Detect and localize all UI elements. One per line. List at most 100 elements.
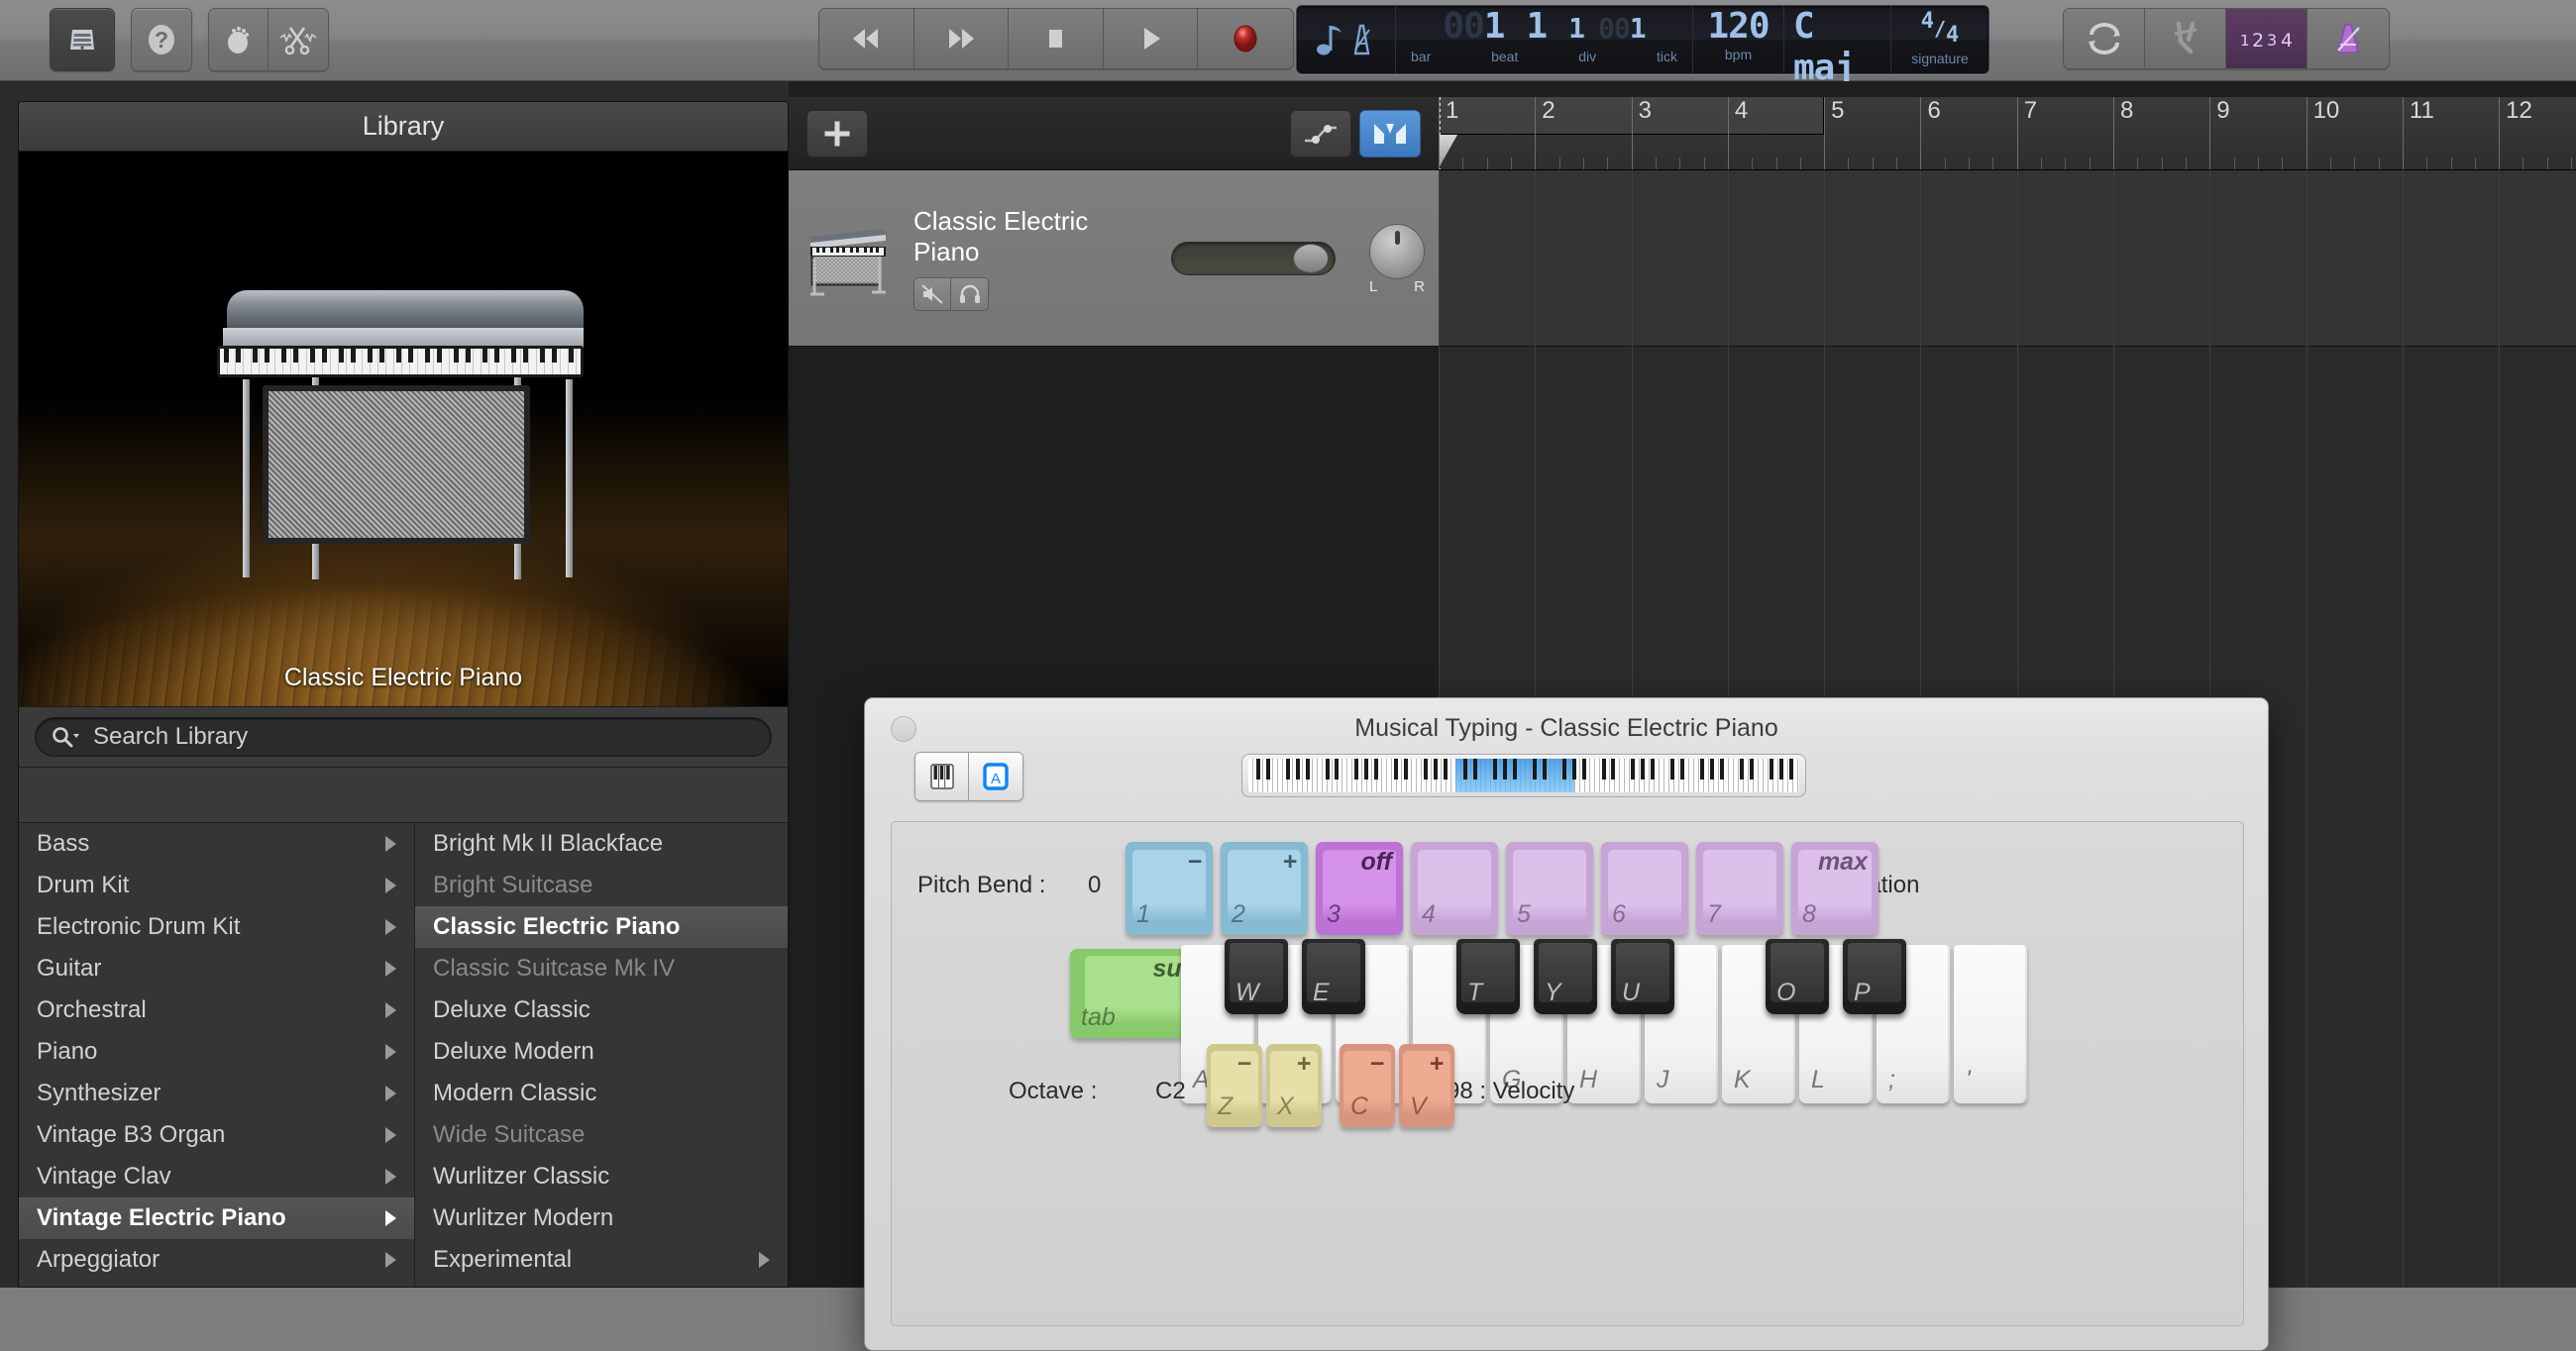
library-category-item[interactable]: Synthesizer [19,1073,414,1114]
library-category-item[interactable]: Arpeggiator [19,1239,414,1281]
library-patch-column[interactable]: Bright Mk II Blackface Bright Suitcase Cla… [415,823,788,1287]
lcd-signature[interactable]: 4 / 4 signature [1891,6,1988,73]
mini-keyboard-black-key [1364,759,1369,780]
track-mute-button[interactable] [913,276,951,311]
metronome-button[interactable] [2308,9,2389,68]
automation-button[interactable] [1290,109,1351,157]
tool-segmented-control[interactable] [208,8,329,71]
library-patch-item[interactable]: Bright Suitcase [415,865,788,906]
smart-controls-button[interactable] [1359,109,1421,157]
library-patch-item[interactable]: Deluxe Classic [415,989,788,1031]
playhead-flag[interactable] [1440,135,1457,166]
key-letter-label: 3 [1327,900,1341,928]
white-key-'[interactable]: ' [1954,945,2027,1103]
library-patch-item[interactable]: Modern Classic [415,1073,788,1114]
mini-keyboard-overview[interactable] [1241,754,1806,797]
library-patch-item[interactable]: Classic Electric Piano [415,906,788,948]
number-key-1[interactable]: −1 [1126,842,1213,935]
black-key-O[interactable]: O [1766,939,1829,1014]
bottom-key-C[interactable]: − C [1340,1044,1395,1127]
track-volume-knob[interactable] [1293,243,1330,273]
tuner-button[interactable] [2145,9,2226,68]
count-in-button[interactable]: 1 2 3 4 [2226,9,2308,68]
library-category-item[interactable]: Drum Kit [19,865,414,906]
number-key-5[interactable]: 5 [1506,842,1593,935]
library-patch-item[interactable]: Wurlitzer Modern [415,1197,788,1239]
bottom-key-Z[interactable]: − Z [1207,1044,1262,1127]
library-category-item[interactable]: Guitar [19,948,414,989]
bottom-key-X[interactable]: + X [1266,1044,1322,1127]
record-button[interactable] [1198,9,1293,68]
stop-button[interactable] [1009,9,1104,68]
library-patch-item[interactable]: Experimental [415,1239,788,1281]
mini-keyboard-black-key [1670,759,1675,780]
black-key-T[interactable]: T [1456,939,1520,1014]
black-key-U[interactable]: U [1611,939,1674,1014]
library-patch-item[interactable]: Wide Suitcase [415,1114,788,1156]
library-columns: Bass Drum Kit Electronic Drum Kit Guitar Orc… [19,823,788,1287]
rewind-button[interactable] [819,9,914,68]
library-category-label: Vintage Clav [37,1163,171,1190]
lcd-display[interactable]: 00 1 1 1 00 1 bar beat div tick 120 bpm C … [1296,5,1989,104]
svg-text:A: A [991,771,1001,787]
tab-musical-typing[interactable]: A [969,753,1022,800]
bottom-key-V[interactable]: + V [1399,1044,1454,1127]
black-key-P[interactable]: P [1843,939,1906,1014]
library-patch-item[interactable]: Wurlitzer Classic [415,1156,788,1197]
library-category-item[interactable]: Vintage Clav [19,1156,414,1197]
number-key-7[interactable]: 7 [1696,842,1783,935]
right-toolbar-group[interactable]: 1 2 3 4 [2063,8,2390,69]
ruler-bar-tick [1631,134,1633,169]
musical-typing-window[interactable]: Musical Typing - Classic Electric Piano [864,697,2269,1351]
track-pan-knob[interactable] [1369,223,1425,279]
transport-controls[interactable] [818,8,1294,69]
number-key-8[interactable]: max 8 [1791,842,1878,935]
tab-onscreen-keyboard[interactable] [915,753,969,800]
help-button[interactable]: ? [131,8,192,71]
number-key-6[interactable]: 6 [1601,842,1688,935]
timeline-ruler[interactable]: 1 2 3 4 5 6 7 8 9 10 11 12 [1439,97,2576,170]
library-toggle-button[interactable] [50,8,115,71]
library-patch-item[interactable]: Deluxe Modern [415,1031,788,1073]
library-category-item[interactable]: Electronic Drum Kit [19,906,414,948]
black-key-Y[interactable]: Y [1534,939,1597,1014]
grid-bar-line [2499,170,2501,1288]
forward-button[interactable] [913,9,1010,68]
black-key-W[interactable]: W [1225,939,1288,1014]
musical-typing-mode-segmented[interactable]: A [914,752,1023,801]
library-patch-item[interactable]: Classic Suitcase Mk IV [415,948,788,989]
search-input[interactable]: Search Library [35,717,772,757]
number-key-2[interactable]: +2 [1221,842,1308,935]
lcd-mode-icon-cell[interactable] [1297,6,1396,73]
pointer-tool-button[interactable] [209,9,269,70]
number-key-4[interactable]: 4 [1411,842,1498,935]
chevron-right-icon [385,1169,396,1185]
lcd-key[interactable]: C maj key [1784,6,1891,104]
cycle-button[interactable] [2064,9,2145,68]
track-monitor-button[interactable] [951,276,989,311]
lcd-position[interactable]: 00 1 1 1 00 1 bar beat div tick [1396,6,1693,73]
number-key-3[interactable]: off 3 [1316,842,1403,935]
lcd-tempo[interactable]: 120 bpm [1693,6,1784,73]
library-category-column[interactable]: Bass Drum Kit Electronic Drum Kit Guitar Orc… [19,823,415,1287]
library-category-label: Electronic Drum Kit [37,913,241,940]
ruler-bar-tick [1535,134,1537,169]
library-category-item[interactable]: Vintage B3 Organ [19,1114,414,1156]
black-key-E[interactable]: E [1302,939,1365,1014]
mini-keyboard-black-key [1778,759,1783,780]
library-patch-item[interactable]: Bright Mk II Blackface [415,823,788,865]
library-category-item[interactable]: Bass [19,823,414,865]
play-button[interactable] [1103,9,1199,68]
ruler-subdivision-tick [1944,157,1946,169]
track-header-row[interactable]: Classic Electric Piano L R [789,170,1439,347]
library-category-item[interactable]: Vintage Electric Piano [19,1197,414,1239]
ruler-subdivision-tick [1486,157,1488,169]
scissors-tool-button[interactable] [268,9,328,70]
track-pan-knob-wrap[interactable]: L R [1369,223,1425,295]
add-track-button[interactable] [806,109,868,157]
track-volume-slider[interactable] [1171,241,1336,275]
lcd-signature-denominator: 4 [1946,22,1960,48]
library-category-item[interactable]: Orchestral [19,989,414,1031]
library-category-item[interactable]: Piano [19,1031,414,1073]
track-lane[interactable] [1439,170,2576,347]
